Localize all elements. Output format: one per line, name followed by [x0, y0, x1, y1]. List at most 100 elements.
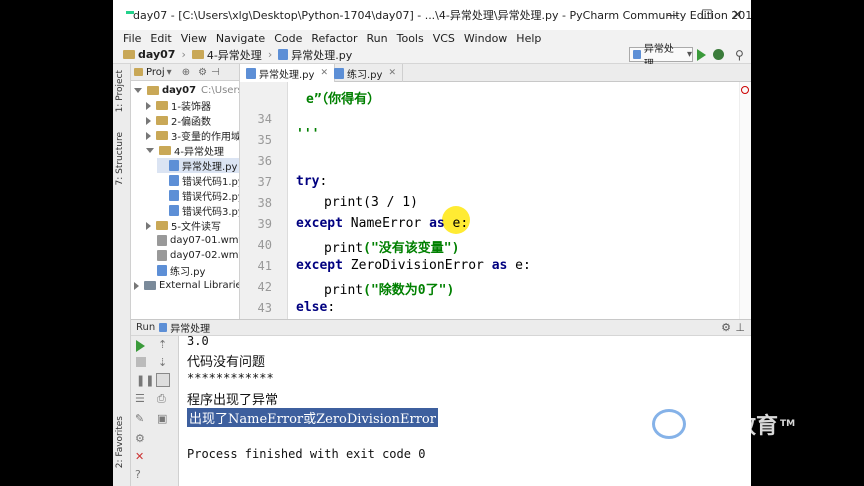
menu-file[interactable]: File	[123, 32, 141, 45]
menu-navigate[interactable]: Navigate	[216, 32, 265, 45]
console-line: 3.0	[187, 336, 209, 348]
line-number: 34	[257, 112, 272, 126]
tree-item-error1[interactable]: 错误代码1.py	[169, 173, 239, 188]
chevron-down-icon: ▾	[686, 49, 692, 60]
code-editor[interactable]: 34 35 36 37 38 39 40 41 42 43 e”（你得有） ''…	[240, 82, 751, 319]
close-icon[interactable]: ✕	[320, 68, 328, 78]
chevron-right-icon[interactable]	[146, 131, 151, 140]
tree-item-decorators[interactable]: 1-装饰器	[146, 98, 211, 113]
menu-help[interactable]: Help	[516, 32, 541, 45]
tree-item-error3[interactable]: 错误代码3.py	[169, 203, 239, 218]
pause-icon[interactable]: ❚❚	[136, 374, 154, 387]
menu-view[interactable]: View	[181, 32, 207, 45]
file-icon	[157, 250, 167, 261]
tree-item-exceptions[interactable]: 4-异常处理	[146, 143, 224, 158]
code-line-37: try:	[296, 174, 328, 189]
soft-wrap-icon[interactable]	[156, 373, 170, 387]
tree-item-fileio[interactable]: 5-文件读写	[146, 218, 221, 233]
file-icon	[157, 235, 167, 246]
project-panel: Proj ▾ ⊕ ⚙ ⊣ day07 C:\Users\xlg 1-装饰器 2-…	[131, 64, 240, 319]
search-icon[interactable]: ⚲	[735, 48, 744, 62]
left-tool-strip: 1: Project 7: Structure 2: Favorites	[113, 64, 131, 486]
python-file-icon	[278, 49, 289, 60]
watermark-logo: 千锋教育 TM	[652, 408, 795, 440]
tree-item-external-libraries[interactable]: External Libraries	[134, 278, 239, 293]
project-tool-tab[interactable]: 1: Project	[115, 70, 125, 112]
breadcrumb-project[interactable]: day07	[123, 48, 175, 61]
arrow-up-icon[interactable]: ⇡	[158, 338, 167, 351]
close-icon[interactable]: ✕	[388, 68, 396, 78]
code-line-41: except ZeroDivisionError as e:	[296, 258, 531, 273]
run-icon[interactable]	[697, 49, 706, 61]
console-line: 代码没有问题	[187, 355, 266, 370]
menu-tools[interactable]: Tools	[397, 32, 424, 45]
arrow-down-icon[interactable]: ⇣	[158, 356, 167, 369]
hide-icon[interactable]: ⊣	[211, 67, 220, 78]
minimize-button[interactable]: —	[666, 8, 679, 23]
python-file-icon	[633, 50, 641, 59]
debug-icon[interactable]	[713, 49, 724, 60]
watermark-logo-icon	[652, 409, 686, 439]
tree-item-scope[interactable]: 3-变量的作用域	[146, 128, 239, 143]
menu-edit[interactable]: Edit	[150, 32, 171, 45]
menu-window[interactable]: Window	[464, 32, 507, 45]
tree-item-exceptions-py[interactable]: 异常处理.py	[157, 158, 239, 173]
folder-icon	[156, 131, 168, 140]
chevron-down-icon[interactable]	[134, 88, 142, 93]
navigation-bar: day07 › 4-异常处理 › 异常处理.py 异常处理 ▾ ⚲	[113, 44, 751, 70]
line-number: 37	[257, 175, 272, 189]
structure-tool-tab[interactable]: 7: Structure	[115, 132, 125, 186]
chevron-right-icon[interactable]	[146, 116, 151, 125]
run-panel-header: Run 异常处理 ⚙ ⊥	[131, 319, 751, 336]
project-view-select[interactable]: Proj	[146, 67, 165, 78]
gear-icon[interactable]: ⚙	[721, 321, 731, 334]
breadcrumb-separator: ›	[267, 48, 273, 61]
tree-item-practice[interactable]: 练习.py	[157, 263, 205, 278]
breadcrumb-file[interactable]: 异常处理.py	[278, 47, 352, 63]
breadcrumb-folder[interactable]: 4-异常处理	[191, 47, 262, 63]
line-number: 42	[257, 280, 272, 294]
close-icon[interactable]: ✕	[135, 450, 144, 463]
stop-icon[interactable]	[136, 357, 146, 367]
tree-item-error2[interactable]: 错误代码2.py	[169, 188, 239, 203]
tree-item-video2[interactable]: day07-02.wmv	[157, 248, 239, 263]
favorites-tool-tab[interactable]: 2: Favorites	[115, 416, 125, 468]
tab-exceptions-py[interactable]: 异常处理.py ✕	[240, 64, 335, 82]
rerun-icon[interactable]	[136, 340, 145, 352]
clear-all-icon[interactable]: ▣	[157, 412, 167, 425]
tab-practice-py[interactable]: 练习.py ✕	[328, 64, 403, 82]
tree-item-video1[interactable]: day07-01.wmv	[157, 233, 239, 248]
chevron-right-icon[interactable]	[134, 281, 139, 290]
tree-item-partial[interactable]: 2-偏函数	[146, 113, 211, 128]
line-number: 41	[257, 259, 272, 273]
run-panel-config[interactable]: 异常处理	[170, 320, 210, 335]
chevron-down-icon[interactable]: ▾	[167, 67, 172, 78]
chevron-down-icon[interactable]	[146, 148, 154, 153]
close-button[interactable]: ✕	[732, 8, 743, 23]
menu-run[interactable]: Run	[367, 32, 388, 45]
breadcrumb-separator: ›	[181, 48, 186, 61]
editor-scrollbar[interactable]	[739, 82, 751, 319]
folder-icon	[156, 116, 168, 125]
menu-refactor[interactable]: Refactor	[311, 32, 357, 45]
menu-vcs[interactable]: VCS	[433, 32, 455, 45]
menu-code[interactable]: Code	[274, 32, 302, 45]
run-configuration-select[interactable]: 异常处理 ▾	[629, 44, 693, 70]
gear-icon[interactable]: ⚙	[198, 67, 207, 78]
folder-icon	[147, 86, 159, 95]
dump-threads-icon[interactable]: ☰	[135, 392, 145, 405]
hide-panel-icon[interactable]: ⊥	[735, 321, 745, 334]
maximize-button[interactable]: ☐	[701, 8, 713, 23]
run-toolbar: ⇡ ⇣ ❚❚ ☰ ⎙ ✎ ▣ ⚙ ✕ ?	[131, 336, 179, 486]
print-icon[interactable]: ⎙	[157, 392, 166, 406]
line-number: 38	[257, 196, 272, 210]
chevron-right-icon[interactable]	[146, 221, 151, 230]
sync-icon[interactable]: ⊕	[182, 67, 190, 78]
chevron-right-icon[interactable]	[146, 101, 151, 110]
tree-root[interactable]: day07 C:\Users\xlg	[134, 83, 239, 98]
inspection-status-icon[interactable]	[741, 86, 749, 94]
help-icon[interactable]: ?	[135, 468, 141, 481]
pin-icon[interactable]: ✎	[135, 412, 144, 425]
library-icon	[144, 281, 156, 290]
settings-icon[interactable]: ⚙	[135, 432, 145, 445]
